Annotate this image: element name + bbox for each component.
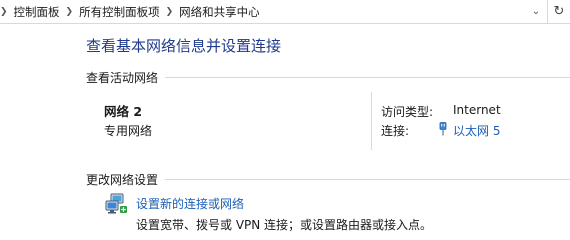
connections-label: 连接: bbox=[381, 124, 410, 138]
refresh-icon[interactable]: ↻ bbox=[548, 4, 570, 19]
section-divider bbox=[165, 179, 570, 180]
breadcrumb-all-control-panel-items[interactable]: 所有控制面板项 bbox=[79, 4, 160, 20]
network-name: 网络 2 bbox=[104, 104, 143, 119]
ethernet-icon bbox=[439, 122, 447, 136]
network-setup-icon[interactable] bbox=[104, 192, 128, 216]
network-profile-type: 专用网络 bbox=[104, 124, 153, 138]
chevron-right-icon: ❯ bbox=[0, 6, 8, 17]
address-bar-controls: ⌄ ↻ bbox=[525, 0, 570, 23]
address-bar[interactable]: ❯ 控制面板 ❯ 所有控制面板项 ❯ 网络和共享中心 ⌄ ↻ bbox=[0, 0, 570, 24]
chevron-right-icon[interactable]: ❯ bbox=[66, 7, 74, 17]
setup-new-connection-link[interactable]: 设置新的连接或网络 bbox=[136, 195, 244, 212]
network-sharing-center-window: ❯ 控制面板 ❯ 所有控制面板项 ❯ 网络和共享中心 ⌄ ↻ 查看基本网络信息并… bbox=[0, 0, 570, 240]
active-networks-heading: 查看活动网络 bbox=[86, 71, 159, 85]
change-network-settings-heading: 更改网络设置 bbox=[86, 173, 159, 187]
breadcrumb-network-sharing-center[interactable]: 网络和共享中心 bbox=[179, 4, 260, 20]
setup-new-connection-description: 设置宽带、拨号或 VPN 连接；或设置路由器或接入点。 bbox=[136, 218, 433, 232]
access-type-label: 访问类型: bbox=[381, 105, 434, 119]
vertical-divider bbox=[371, 92, 372, 150]
page-title: 查看基本网络信息并设置连接 bbox=[86, 37, 282, 55]
section-divider bbox=[165, 77, 570, 78]
chevron-down-icon[interactable]: ⌄ bbox=[525, 6, 547, 17]
ethernet-connection-link[interactable]: 以太网 5 bbox=[453, 122, 500, 139]
access-type-value: Internet bbox=[453, 103, 501, 117]
breadcrumb-control-panel[interactable]: 控制面板 bbox=[14, 4, 60, 20]
chevron-right-icon[interactable]: ❯ bbox=[166, 7, 174, 17]
